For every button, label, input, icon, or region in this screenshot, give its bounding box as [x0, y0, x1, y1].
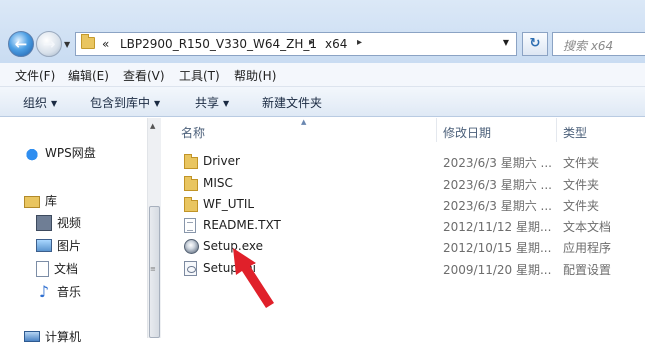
breadcrumb-parent[interactable]: LBP2900_R150_V330_W64_ZH_1 — [120, 37, 317, 51]
cloud-icon — [24, 144, 40, 161]
file-row-wf-util[interactable]: WF_UTIL 2023/6/3 星期六 ... 文件夹 — [161, 194, 645, 215]
config-file-icon — [184, 261, 197, 276]
column-header-type[interactable]: 类型 — [563, 124, 587, 141]
nav-item-label: 视频 — [57, 216, 82, 230]
back-button[interactable]: ← — [8, 31, 34, 57]
scrollbar-grip-icon: ≡ — [150, 265, 156, 273]
file-date: 2023/6/3 星期六 ... — [443, 178, 552, 192]
folder-icon — [184, 176, 198, 191]
address-history-dropdown[interactable]: ▼ — [496, 32, 516, 56]
menu-tools[interactable]: 工具(T) — [179, 67, 220, 84]
new-folder-button[interactable]: 新建文件夹 — [262, 94, 322, 111]
forward-button[interactable]: → — [36, 31, 62, 57]
chevron-down-icon: ▼ — [51, 99, 58, 108]
folder-icon — [81, 34, 95, 49]
organize-button[interactable]: 组织 ▼ — [23, 94, 57, 111]
setup-exe-icon — [184, 239, 199, 254]
back-arrow-icon: ← — [14, 35, 28, 53]
nav-item-documents[interactable]: 文档 — [36, 260, 78, 277]
sort-ascending-icon: ▲ — [301, 118, 307, 126]
file-row-readme[interactable]: README.TXT 2012/11/12 星期... 文本文档 — [161, 215, 645, 236]
nav-item-label: 文档 — [54, 262, 79, 276]
file-type: 应用程序 — [563, 241, 612, 255]
breadcrumb-separator[interactable]: ▸ — [309, 37, 314, 48]
navigation-pane: WPS网盘 库 视频 图片 文档 ♪ 音乐 计算机 — [0, 118, 147, 344]
recent-pages-dropdown[interactable]: ▼ — [64, 40, 70, 49]
address-bar[interactable]: « LBP2900_R150_V330_W64_ZH_1 ▸ x64 ▸ — [75, 32, 517, 56]
file-list: ▲ 名称 修改日期 类型 Driver 2023/6/3 星期六 ... 文件夹… — [161, 118, 645, 338]
forward-arrow-icon: → — [42, 35, 56, 53]
include-in-library-label: 包含到库中 — [90, 96, 151, 110]
file-type: 配置设置 — [563, 263, 612, 277]
breadcrumb-separator[interactable]: ▸ — [357, 37, 362, 48]
file-date: 2023/6/3 星期六 ... — [443, 156, 552, 170]
menu-view[interactable]: 查看(V) — [123, 67, 165, 84]
file-date: 2009/11/20 星期... — [443, 263, 552, 277]
menu-bar: 文件(F) 编辑(E) 查看(V) 工具(T) 帮助(H) — [0, 63, 645, 87]
search-placeholder: 搜索 x64 — [563, 39, 614, 53]
menu-help[interactable]: 帮助(H) — [234, 67, 276, 84]
refresh-icon: ↻ — [529, 36, 541, 51]
chevron-down-icon: ▼ — [154, 99, 161, 108]
menu-edit[interactable]: 编辑(E) — [68, 67, 109, 84]
file-name: Setup.ini — [203, 261, 257, 275]
nav-item-label: 图片 — [57, 239, 82, 253]
include-in-library-button[interactable]: 包含到库中 ▼ — [90, 94, 160, 111]
file-name: Setup.exe — [203, 239, 264, 253]
menu-file[interactable]: 文件(F) — [15, 67, 55, 84]
file-date: 2012/10/15 星期... — [443, 241, 552, 255]
picture-icon — [36, 239, 52, 252]
file-type: 文件夹 — [563, 199, 600, 213]
file-name: Driver — [203, 154, 240, 168]
folder-icon — [184, 197, 198, 212]
breadcrumb-overflow[interactable]: « — [102, 37, 109, 51]
column-divider[interactable] — [436, 118, 437, 142]
organize-label: 组织 — [23, 96, 48, 110]
nav-item-computer[interactable]: 计算机 — [24, 328, 81, 345]
share-label: 共享 — [195, 96, 220, 110]
chevron-down-icon: ▼ — [223, 99, 230, 108]
file-type: 文件夹 — [563, 178, 600, 192]
folder-icon — [184, 154, 198, 169]
computer-icon — [24, 331, 40, 342]
search-input[interactable]: 搜索 x64 — [552, 32, 645, 56]
nav-item-music[interactable]: ♪ 音乐 — [36, 283, 81, 300]
file-type: 文件夹 — [563, 156, 600, 170]
file-date: 2023/6/3 星期六 ... — [443, 199, 552, 213]
share-button[interactable]: 共享 ▼ — [195, 94, 229, 111]
nav-item-videos[interactable]: 视频 — [36, 214, 81, 231]
file-row-misc[interactable]: MISC 2023/6/3 星期六 ... 文件夹 — [161, 173, 645, 194]
file-name: README.TXT — [203, 218, 281, 232]
file-type: 文本文档 — [563, 220, 612, 234]
library-icon — [24, 195, 40, 208]
video-icon — [36, 214, 52, 231]
file-name: WF_UTIL — [203, 197, 255, 211]
file-date: 2012/11/12 星期... — [443, 220, 552, 234]
command-bar: 组织 ▼ 包含到库中 ▼ 共享 ▼ 新建文件夹 — [0, 87, 645, 117]
nav-item-label: 音乐 — [57, 285, 82, 299]
document-icon — [36, 260, 49, 277]
navigation-scrollbar[interactable]: ▲ ≡ — [147, 118, 161, 338]
file-row-driver[interactable]: Driver 2023/6/3 星期六 ... 文件夹 — [161, 151, 645, 172]
nav-item-wps-cloud[interactable]: WPS网盘 — [24, 144, 96, 161]
file-row-setup-exe[interactable]: Setup.exe 2012/10/15 星期... 应用程序 — [161, 236, 645, 257]
refresh-button[interactable]: ↻ — [522, 32, 548, 56]
scroll-up-icon[interactable]: ▲ — [150, 122, 155, 130]
nav-item-libraries[interactable]: 库 — [24, 192, 57, 209]
nav-item-pictures[interactable]: 图片 — [36, 237, 81, 254]
file-name: MISC — [203, 176, 233, 190]
nav-item-label: 计算机 — [45, 330, 82, 344]
file-row-setup-ini[interactable]: Setup.ini 2009/11/20 星期... 配置设置 — [161, 258, 645, 279]
nav-item-label: 库 — [45, 194, 58, 208]
column-header-date[interactable]: 修改日期 — [443, 124, 491, 141]
text-file-icon — [184, 218, 196, 233]
nav-item-label: WPS网盘 — [45, 146, 96, 160]
column-header-name[interactable]: 名称 — [181, 124, 205, 141]
music-icon: ♪ — [38, 281, 50, 301]
breadcrumb-current[interactable]: x64 — [325, 37, 347, 51]
column-divider[interactable] — [556, 118, 557, 142]
